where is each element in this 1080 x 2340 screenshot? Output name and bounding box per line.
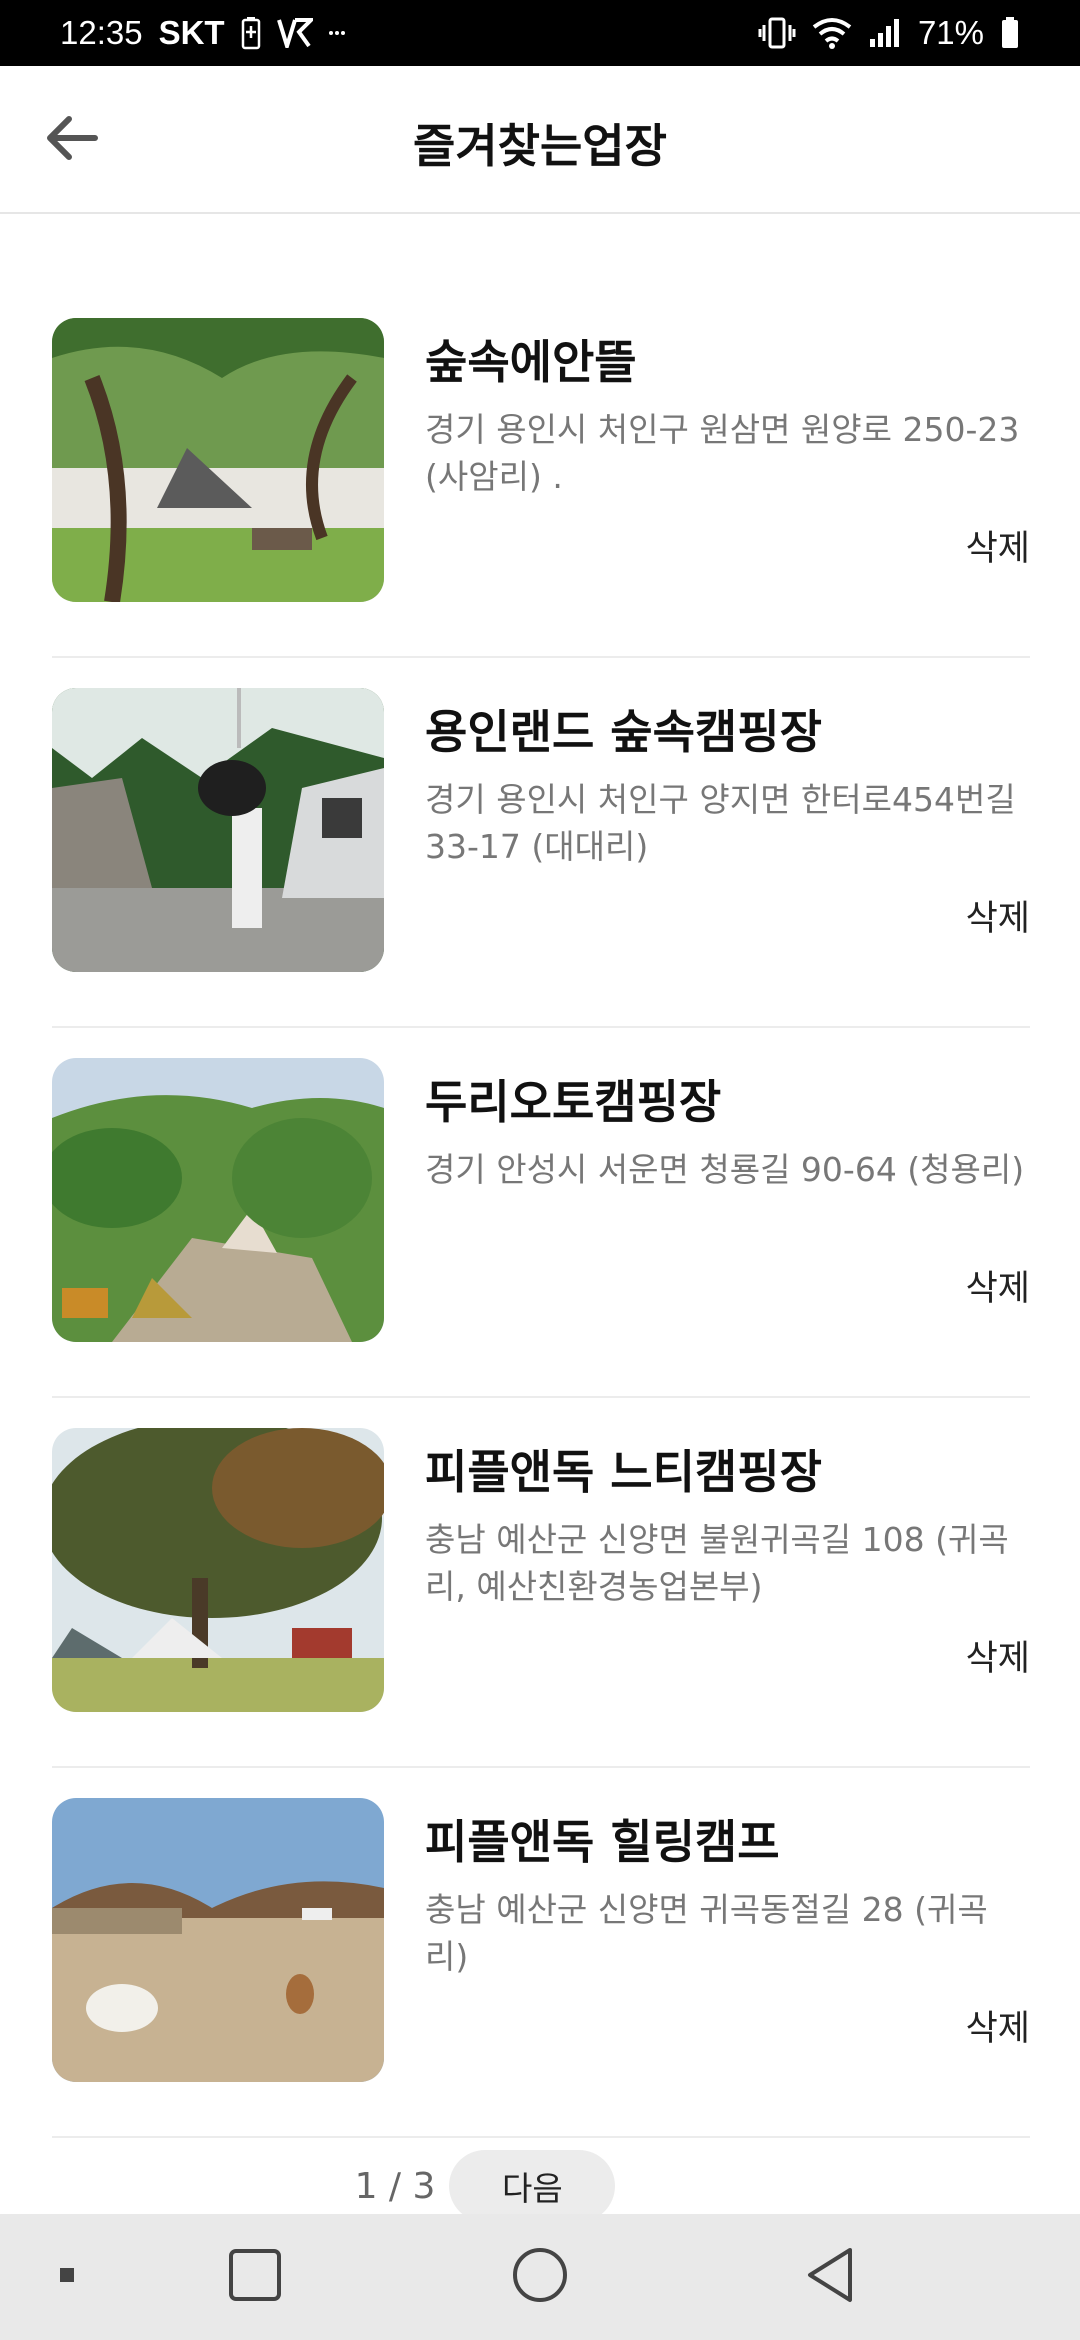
delete-button[interactable]: 삭제 <box>966 1630 1030 1681</box>
battery-percent: 71% <box>917 14 984 51</box>
favorite-item[interactable]: 숲속에안뜰 경기 용인시 처인구 원삼면 원양로 250-23 (사암리) . … <box>52 288 1030 658</box>
delete-button[interactable]: 삭제 <box>966 520 1030 571</box>
favorite-address: 경기 안성시 서운면 청룡길 90-64 (청용리) <box>425 1150 1025 1189</box>
status-carrier: SKT <box>158 14 225 51</box>
battery-icon <box>1000 16 1020 50</box>
favorite-address: 충남 예산군 신양면 불원귀곡길 108 (귀곡리, 예산친환경농업본부) <box>425 1520 1009 1606</box>
battery-charging-icon <box>241 16 261 50</box>
navigation-bar <box>0 2214 1080 2340</box>
recent-apps-button[interactable] <box>200 2214 310 2340</box>
campsite-thumbnail <box>52 1798 384 2082</box>
delete-button[interactable]: 삭제 <box>966 2000 1030 2051</box>
favorite-address: 경기 용인시 처인구 양지면 한터로454번길 33-17 (대대리) <box>425 780 1016 866</box>
favorite-address: 경기 용인시 처인구 원삼면 원양로 250-23 (사암리) . <box>425 410 1020 496</box>
status-bar: 12:35 SKT 71% <box>0 0 1080 66</box>
favorite-name: 두리오토캠핑장 <box>425 1075 722 1129</box>
favorite-address: 충남 예산군 신양면 귀곡동절길 28 (귀곡리) <box>425 1890 988 1976</box>
status-time: 12:35 <box>60 14 143 51</box>
menu-dot-icon <box>58 2266 76 2288</box>
status-left: 12:35 SKT <box>60 14 345 52</box>
vibrate-icon <box>758 17 796 49</box>
campsite-thumbnail <box>52 688 384 972</box>
recent-apps-icon <box>227 2247 283 2307</box>
back-icon <box>804 2246 856 2308</box>
page-title: 즐겨찾는업장 <box>413 119 667 173</box>
favorites-list: 숲속에안뜰 경기 용인시 처인구 원삼면 원양로 250-23 (사암리) . … <box>52 288 1030 2138</box>
favorite-name: 숲속에안뜰 <box>425 335 637 389</box>
wifi-icon <box>812 17 852 49</box>
home-button[interactable] <box>485 2214 595 2340</box>
home-icon <box>511 2246 569 2308</box>
page-indicator: 1 / 3 <box>354 2165 436 2207</box>
back-nav-button[interactable] <box>775 2214 885 2340</box>
menu-dot-button[interactable] <box>40 2214 94 2340</box>
favorite-name: 피플앤독 힐링캠프 <box>425 1815 780 1869</box>
favorite-name: 피플앤독 느티캠핑장 <box>425 1445 822 1499</box>
favorite-name: 용인랜드 숲속캠핑장 <box>425 705 822 759</box>
favorite-item[interactable]: 용인랜드 숲속캠핑장 경기 용인시 처인구 양지면 한터로454번길 33-17… <box>52 658 1030 1028</box>
more-notifications-icon <box>328 29 345 37</box>
pagination: 1 / 3 다음 <box>0 2150 1080 2222</box>
status-right: 71% <box>758 14 1020 52</box>
app-header: 즐겨찾는업장 <box>0 66 1080 214</box>
delete-button[interactable]: 삭제 <box>966 890 1030 941</box>
next-page-button[interactable]: 다음 <box>449 2150 616 2222</box>
campsite-thumbnail <box>52 1058 384 1342</box>
delete-button[interactable]: 삭제 <box>966 1260 1030 1311</box>
signal-icon <box>868 17 902 49</box>
favorite-item[interactable]: 두리오토캠핑장 경기 안성시 서운면 청룡길 90-64 (청용리) 삭제 <box>52 1028 1030 1398</box>
favorite-item[interactable]: 피플앤독 느티캠핑장 충남 예산군 신양면 불원귀곡길 108 (귀곡리, 예산… <box>52 1398 1030 1768</box>
campsite-thumbnail <box>52 318 384 602</box>
campsite-thumbnail <box>52 1428 384 1712</box>
favorite-item[interactable]: 피플앤독 힐링캠프 충남 예산군 신양면 귀곡동절길 28 (귀곡리) 삭제 <box>52 1768 1030 2138</box>
v3-app-icon <box>276 18 313 48</box>
